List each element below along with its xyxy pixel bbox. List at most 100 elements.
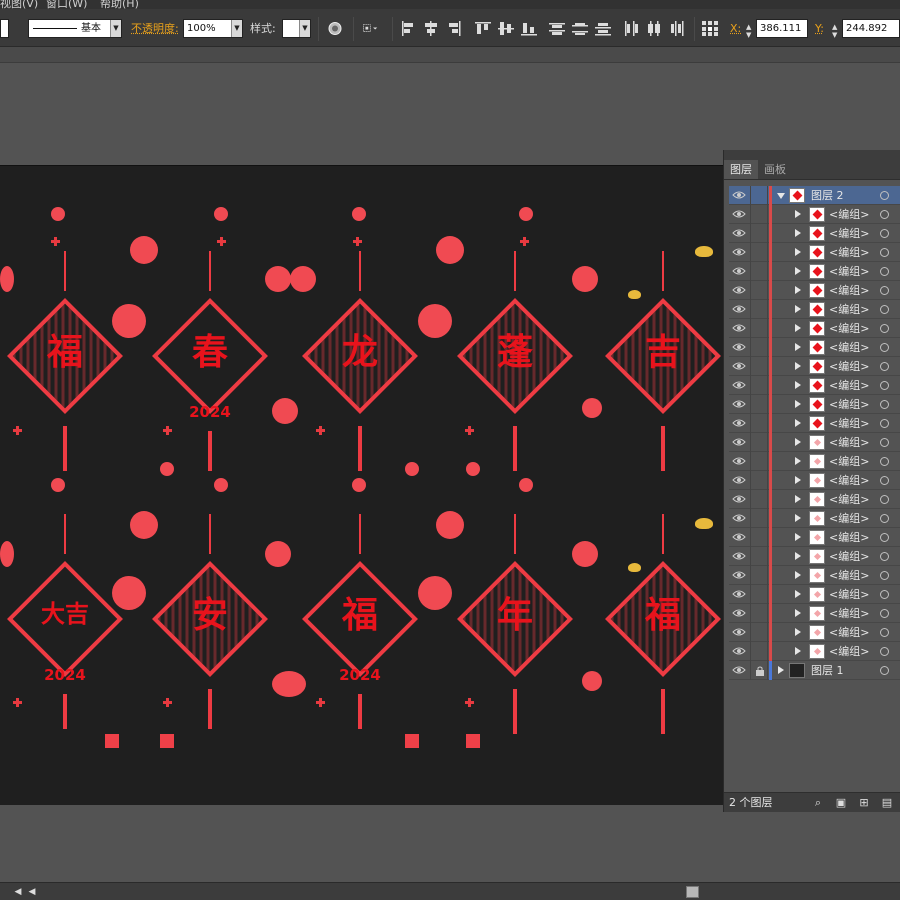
group-name[interactable]: <编组>: [829, 566, 869, 585]
target-icon[interactable]: [880, 248, 889, 257]
layer-row-group[interactable]: <编组>: [729, 357, 900, 376]
ornament-peng[interactable]: 蓬: [450, 251, 580, 471]
lock-toggle[interactable]: [750, 642, 768, 661]
group-name[interactable]: <编组>: [829, 414, 869, 433]
horizontal-scrollbar[interactable]: ◀ ◀: [0, 882, 900, 900]
eye-icon[interactable]: [732, 380, 746, 390]
group-name[interactable]: <编组>: [829, 509, 869, 528]
eye-icon[interactable]: [732, 456, 746, 466]
layer-row-group[interactable]: <编组>: [729, 623, 900, 642]
expand-triangle-icon[interactable]: [795, 305, 801, 313]
eye-icon[interactable]: [732, 608, 746, 618]
layer-row-group[interactable]: <编组>: [729, 604, 900, 623]
target-icon[interactable]: [880, 229, 889, 238]
layer-row-group[interactable]: <编组>: [729, 433, 900, 452]
target-icon[interactable]: [880, 647, 889, 656]
group-name[interactable]: <编组>: [829, 338, 869, 357]
expand-triangle-icon[interactable]: [795, 267, 801, 275]
expand-triangle-icon[interactable]: [795, 533, 801, 541]
align-left-icon[interactable]: [399, 20, 417, 37]
expand-triangle-icon[interactable]: [795, 362, 801, 370]
x-label[interactable]: X:: [730, 19, 741, 38]
expand-triangle-icon[interactable]: [795, 210, 801, 218]
x-field[interactable]: 386.111: [756, 19, 808, 38]
target-icon[interactable]: [880, 305, 889, 314]
stroke-profile-dropdown[interactable]: 基本 ▼: [28, 19, 122, 38]
align-right-icon[interactable]: [445, 20, 463, 37]
eye-icon[interactable]: [732, 418, 746, 428]
distribute-horizontal-center-icon[interactable]: [645, 20, 663, 37]
expand-triangle-icon[interactable]: [795, 438, 801, 446]
eye-icon[interactable]: [732, 266, 746, 276]
group-name[interactable]: <编组>: [829, 357, 869, 376]
target-icon[interactable]: [880, 552, 889, 561]
eye-icon[interactable]: [732, 285, 746, 295]
group-name[interactable]: <编组>: [829, 243, 869, 262]
eye-icon[interactable]: [732, 627, 746, 637]
eye-icon[interactable]: [732, 190, 746, 200]
ornament-ji[interactable]: 吉: [598, 251, 723, 471]
target-icon[interactable]: [880, 495, 889, 504]
target-icon[interactable]: [880, 457, 889, 466]
lock-toggle[interactable]: [750, 186, 768, 205]
layer-row-group[interactable]: <编组>: [729, 509, 900, 528]
eye-icon[interactable]: [732, 494, 746, 504]
expand-triangle-icon[interactable]: [795, 229, 801, 237]
layer-row-group[interactable]: <编组>: [729, 547, 900, 566]
target-icon[interactable]: [880, 609, 889, 618]
target-icon[interactable]: [880, 324, 889, 333]
lock-toggle[interactable]: [750, 509, 768, 528]
target-icon[interactable]: [880, 571, 889, 580]
expand-triangle-icon[interactable]: [795, 571, 801, 579]
lock-toggle[interactable]: [750, 547, 768, 566]
eye-icon[interactable]: [732, 247, 746, 257]
group-name[interactable]: <编组>: [829, 547, 869, 566]
eye-icon[interactable]: [732, 209, 746, 219]
group-name[interactable]: <编组>: [829, 224, 869, 243]
locate-object-icon[interactable]: ⌕: [812, 797, 824, 809]
align-top-icon[interactable]: [474, 20, 492, 37]
target-icon[interactable]: [880, 514, 889, 523]
target-icon[interactable]: [880, 286, 889, 295]
opacity-field[interactable]: 100% ▼: [183, 19, 243, 38]
y-field[interactable]: 244.892: [842, 19, 900, 38]
expand-triangle-icon[interactable]: [795, 419, 801, 427]
group-name[interactable]: <编组>: [829, 205, 869, 224]
group-name[interactable]: <编组>: [829, 281, 869, 300]
layer-row-group[interactable]: <编组>: [729, 452, 900, 471]
distribute-left-icon[interactable]: [622, 20, 640, 37]
make-clipping-mask-icon[interactable]: ▣: [835, 797, 847, 809]
panel-grip[interactable]: [724, 150, 900, 160]
target-icon[interactable]: [880, 343, 889, 352]
align-to-selection-icon[interactable]: [362, 20, 388, 37]
expand-triangle-icon[interactable]: [795, 381, 801, 389]
eye-icon[interactable]: [732, 342, 746, 352]
target-icon[interactable]: [880, 381, 889, 390]
distribute-vertical-center-icon[interactable]: [571, 20, 589, 37]
group-name[interactable]: <编组>: [829, 433, 869, 452]
eye-icon[interactable]: [732, 570, 746, 580]
x-stepper-icon[interactable]: ▲ ▼: [746, 23, 754, 39]
lock-toggle[interactable]: [750, 319, 768, 338]
scroll-left-icon[interactable]: ◀: [12, 886, 24, 898]
distribute-top-icon[interactable]: [548, 20, 566, 37]
collapse-triangle-icon[interactable]: [777, 193, 785, 199]
eye-icon[interactable]: [732, 475, 746, 485]
eye-icon[interactable]: [732, 532, 746, 542]
expand-triangle-icon[interactable]: [795, 552, 801, 560]
target-icon[interactable]: [880, 267, 889, 276]
group-name[interactable]: <编组>: [829, 604, 869, 623]
group-name[interactable]: <编组>: [829, 300, 869, 319]
lock-toggle[interactable]: [750, 623, 768, 642]
layer-row-group[interactable]: <编组>: [729, 566, 900, 585]
expand-triangle-icon[interactable]: [795, 457, 801, 465]
artboard[interactable]: 福 春 2024 龙 蓬 吉 大吉 2024 安 福 2024 年 福: [0, 165, 723, 805]
ornament-chun[interactable]: 春 2024: [145, 251, 275, 471]
ornament-fu[interactable]: 福: [0, 251, 130, 471]
layer-row-group[interactable]: <编组>: [729, 319, 900, 338]
eye-icon[interactable]: [732, 551, 746, 561]
menu-window[interactable]: 窗口(W): [46, 0, 87, 9]
style-dropdown[interactable]: ▼: [282, 19, 311, 38]
eye-icon[interactable]: [732, 304, 746, 314]
target-icon[interactable]: [880, 438, 889, 447]
